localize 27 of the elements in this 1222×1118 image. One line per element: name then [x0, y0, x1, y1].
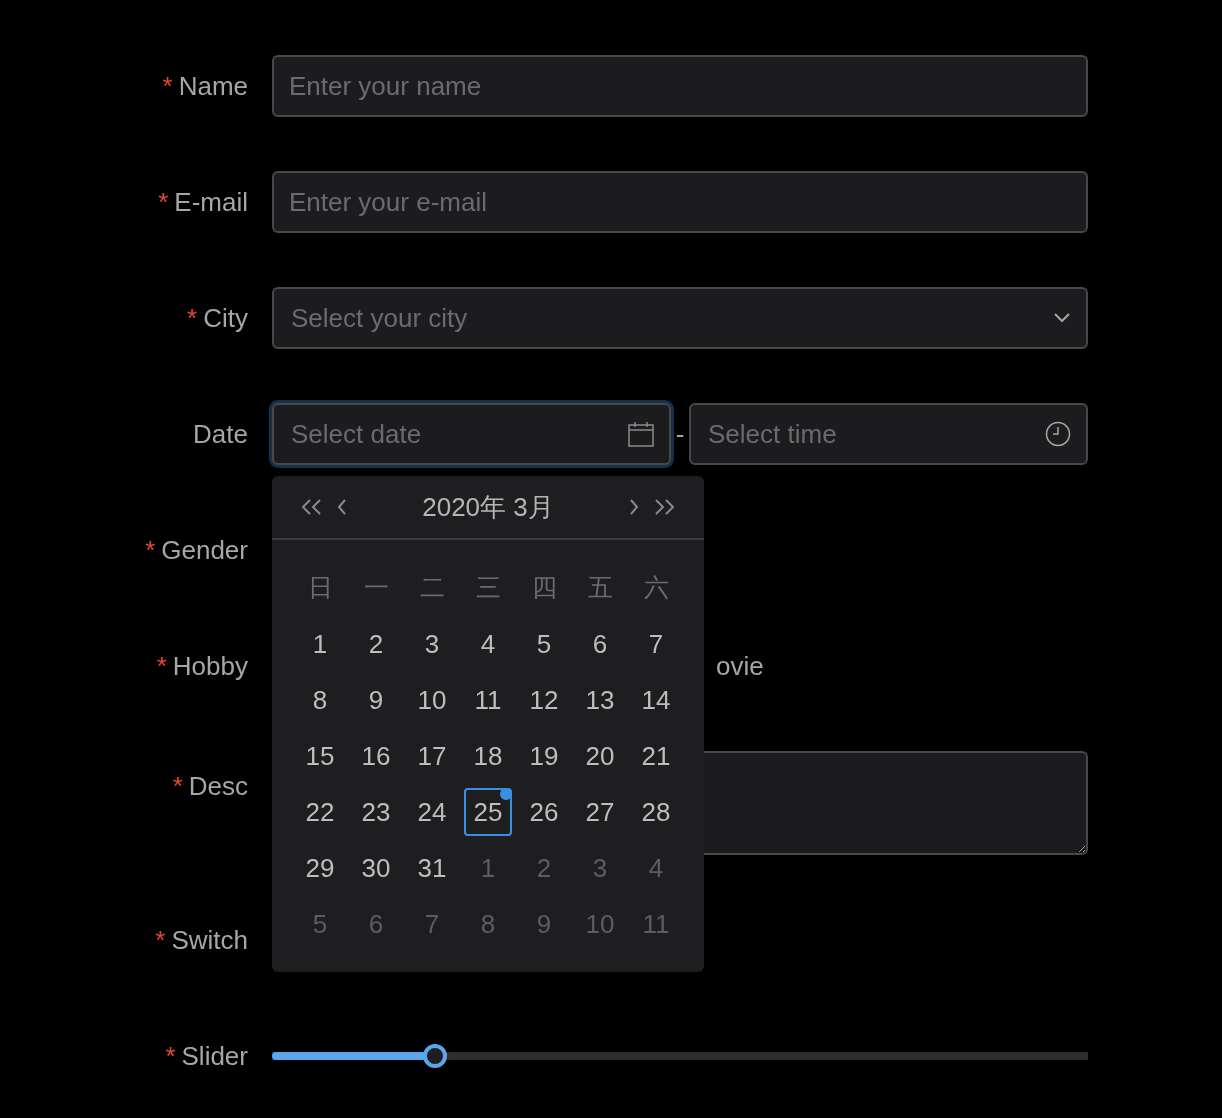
field-label: Hobby [172, 649, 248, 683]
field-label: Gender [161, 533, 248, 567]
field-label: E-mail [174, 185, 248, 219]
required-mark: * [156, 650, 167, 681]
required-mark: * [158, 186, 169, 217]
weekday-label: 三 [474, 572, 502, 604]
field-label: City [203, 301, 248, 335]
weekday-label: 六 [642, 572, 670, 604]
weekday-label: 四 [530, 572, 558, 604]
required-mark: * [155, 924, 166, 955]
required-mark: * [172, 771, 183, 801]
weekday-label: 日 [306, 572, 334, 604]
weekday-label: 一 [362, 572, 390, 604]
month-title: 2020年 3月 [421, 490, 555, 524]
weekday-label: 五 [586, 572, 614, 604]
field-label: Desc [188, 770, 248, 803]
field-label: Name [178, 69, 248, 103]
field-label: Switch [171, 923, 248, 957]
required-mark: * [187, 302, 198, 333]
field-label: Date [193, 417, 248, 451]
required-mark: * [162, 70, 173, 101]
required-mark: * [165, 1040, 176, 1071]
weekday-label: 二 [418, 572, 446, 604]
checkbox-label: ovie [716, 649, 764, 683]
field-label: Slider [181, 1039, 248, 1073]
separator-text: - [674, 417, 686, 451]
required-mark: * [145, 534, 156, 565]
